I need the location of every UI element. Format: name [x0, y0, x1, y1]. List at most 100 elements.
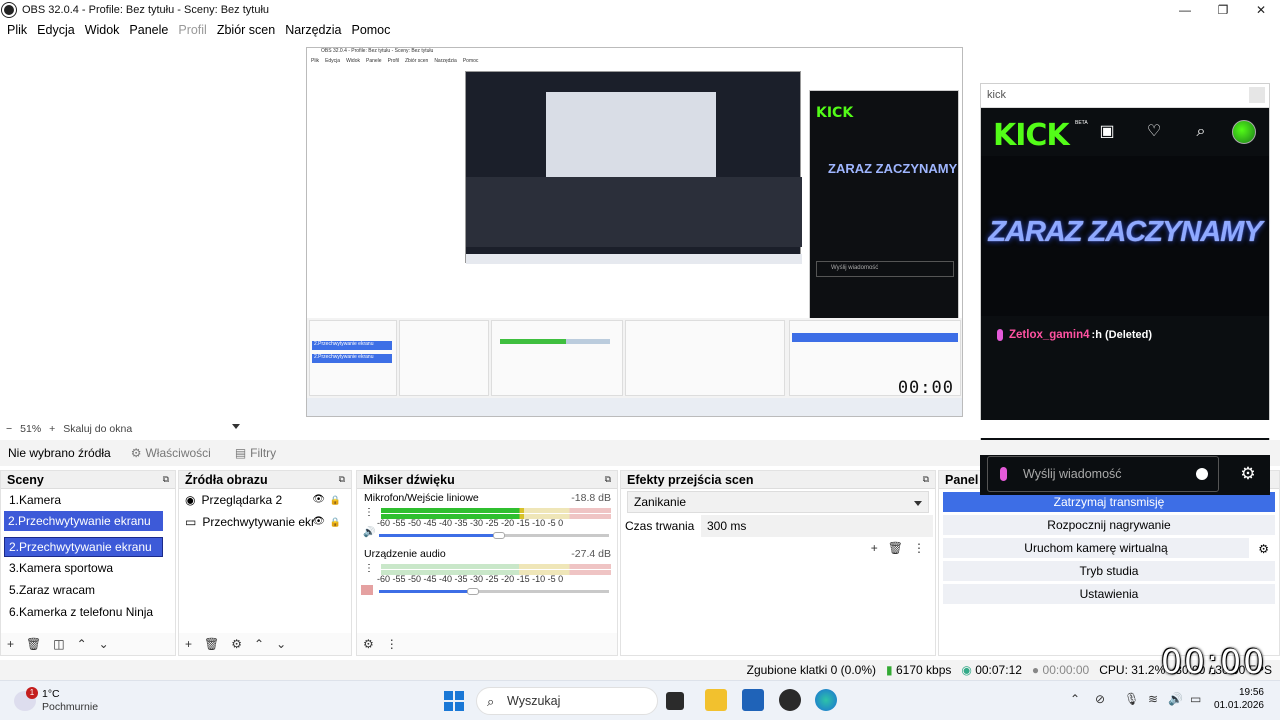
advanced-audio-icon[interactable]: ⚙ [363, 637, 374, 651]
edge-icon[interactable] [815, 689, 837, 711]
transition-select[interactable]: Zanikanie [627, 491, 929, 513]
task-view-icon[interactable] [666, 692, 684, 710]
microphone-icon[interactable]: 🎙 [1124, 692, 1139, 706]
kick-url-bar[interactable]: kick [981, 84, 1269, 108]
menu-dots-icon[interactable]: ⋮ [386, 637, 398, 651]
windows-start-icon[interactable] [444, 691, 464, 711]
zoom-out-button[interactable]: − [6, 423, 12, 435]
properties-button[interactable]: ⚙ Właściwości [119, 446, 223, 460]
menu-panele[interactable]: Panele [124, 23, 173, 37]
trash-icon[interactable]: 🗑 [204, 637, 219, 651]
start-recording-button[interactable]: Rozpocznij nagrywanie [943, 515, 1275, 535]
gear-icon[interactable]: ⚙ [1258, 542, 1269, 556]
chat-username[interactable]: Zetlox_gamin4 [1009, 329, 1090, 341]
chat-input[interactable]: Wyślij wiadomość [987, 456, 1219, 492]
maximize-icon[interactable]: ❐ [1204, 0, 1242, 20]
scene-item[interactable]: 6.Kamerka z telefonu Ninja [1, 601, 175, 623]
menu-zbior-scen[interactable]: Zbiór scen [212, 23, 280, 37]
volume-slider[interactable] [379, 588, 609, 595]
search-icon[interactable]: ⌕ [1191, 122, 1211, 142]
eye-icon[interactable]: 👁 [312, 511, 325, 533]
slider-knob[interactable] [492, 532, 505, 539]
lock-icon[interactable]: 🔒 [330, 489, 341, 511]
title-bar: OBS 32.0.4 - Profile: Bez tytułu - Sceny… [0, 0, 1280, 20]
nested-canvas: KICK ZARAZ ZACZYNAMY Wyślij wiadomość [307, 68, 962, 320]
minimize-icon[interactable]: — [1166, 0, 1204, 20]
undock-icon[interactable]: ⧉ [339, 474, 345, 485]
scene-item-drag[interactable]: 2.Przechwytywanie ekranu [4, 537, 163, 557]
volume-icon[interactable]: 🔊 [1168, 692, 1183, 706]
add-icon[interactable]: + [185, 637, 192, 651]
slider-knob[interactable] [467, 588, 480, 595]
chat-message: Zetlox_gamin4 : h (Deleted) [997, 329, 1152, 341]
arrow-up-icon[interactable]: ⌃ [77, 637, 87, 651]
menu-plik[interactable]: Plik [2, 23, 32, 37]
undock-icon[interactable]: ⧉ [605, 474, 611, 485]
scene-item[interactable]: 3.Kamera sportowa [1, 557, 175, 579]
add-icon[interactable]: + [871, 541, 878, 555]
filters-button[interactable]: ▤ Filtry [223, 446, 288, 460]
menu-widok[interactable]: Widok [80, 23, 125, 37]
emoji-icon[interactable] [1196, 468, 1208, 480]
scene-item-selected[interactable]: 2.Przechwytywanie ekranu [4, 511, 163, 531]
eye-icon[interactable]: 👁 [312, 489, 325, 511]
obs-taskbar-icon[interactable] [779, 689, 801, 711]
source-item[interactable]: ◉ Przeglądarka 2 👁 🔒 [179, 489, 351, 511]
store-icon[interactable] [742, 689, 764, 711]
kick-logo[interactable]: KICK [993, 118, 1070, 153]
transition-tools: + 🗑 ⋮ [871, 541, 925, 555]
lock-icon[interactable]: 🔒 [330, 511, 341, 533]
file-explorer-icon[interactable] [705, 689, 727, 711]
menu-dots-icon[interactable]: ⋮ [913, 541, 925, 555]
kick-nav: KICK BETA ▣ ♡ ⌕ [981, 108, 1269, 154]
chevron-down-icon[interactable] [232, 424, 240, 429]
wifi-icon[interactable]: ≋ [1148, 692, 1158, 706]
undock-icon[interactable]: ⧉ [923, 474, 929, 485]
battery-icon[interactable]: ▭ [1190, 692, 1201, 706]
trash-icon[interactable]: 🗑 [26, 637, 41, 651]
undock-icon[interactable]: ⧉ [163, 474, 169, 485]
arrow-down-icon[interactable]: ⌄ [99, 637, 109, 651]
duration-spinbox[interactable]: 300 ms [701, 515, 933, 537]
kick-close-icon[interactable] [1249, 87, 1265, 103]
settings-button[interactable]: Ustawienia [943, 584, 1275, 604]
browse-icon[interactable]: ▣ [1097, 122, 1117, 142]
stream-icon: ◉ [961, 663, 972, 677]
menu-edycja[interactable]: Edycja [32, 23, 80, 37]
menu-pomoc[interactable]: Pomoc [346, 23, 395, 37]
source-item[interactable]: ▭ Przechwytywanie ekr 👁 🔒 [179, 511, 351, 533]
zoom-in-button[interactable]: + [49, 423, 55, 435]
volume-slider[interactable] [379, 532, 609, 539]
menu-profil[interactable]: Profil [173, 23, 211, 37]
start-virtual-camera-button[interactable]: Uruchom kamerę wirtualną [943, 538, 1249, 558]
arrow-down-icon[interactable]: ⌄ [276, 637, 286, 651]
chevron-up-icon[interactable]: ⌃ [1070, 692, 1080, 706]
avatar[interactable] [1232, 120, 1256, 144]
duration-row: Czas trwania 300 ms [625, 515, 933, 537]
no-network-icon[interactable]: ⊘ [1095, 692, 1105, 706]
muted-speaker-icon[interactable] [361, 585, 373, 595]
scene-item[interactable]: 1.Kamera [1, 489, 175, 511]
sources-dock: Źródła obrazu ⧉ ◉ Przeglądarka 2 👁 🔒 ▭ Pr… [178, 470, 352, 656]
scene-item[interactable]: 5.Zaraz wracam [1, 579, 175, 601]
menu-narzedzia[interactable]: Narzędzia [280, 23, 346, 37]
speaker-icon[interactable]: 🔊 [363, 527, 375, 538]
stop-streaming-button[interactable]: Zatrzymaj transmisję [943, 492, 1275, 512]
heart-icon[interactable]: ♡ [1144, 122, 1164, 142]
close-icon[interactable]: ✕ [1242, 0, 1280, 20]
filter-icon[interactable]: ◫ [53, 637, 64, 651]
system-clock[interactable]: 19:56 01.01.2026 [1214, 686, 1264, 712]
chat-settings-gear-icon[interactable]: ⚙ [1236, 460, 1260, 488]
gear-icon[interactable]: ⚙ [231, 637, 242, 651]
zoom-mode[interactable]: Skaluj do okna [63, 423, 132, 435]
arrow-up-icon[interactable]: ⌃ [254, 637, 264, 651]
audio-mixer-dock: Mikser dźwięku ⧉ Mikrofon/Wejście liniowe… [356, 470, 618, 656]
menu-dots-icon[interactable]: ⋮ [364, 507, 374, 518]
signal-icon: ▮ [886, 663, 893, 677]
taskbar-search[interactable]: ⌕ Wyszukaj [476, 687, 658, 715]
no-source-label: Nie wybrano źródła [8, 446, 111, 460]
menu-dots-icon[interactable]: ⋮ [364, 563, 374, 574]
add-icon[interactable]: + [7, 637, 14, 651]
studio-mode-button[interactable]: Tryb studia [943, 561, 1275, 581]
trash-icon[interactable]: 🗑 [888, 541, 903, 555]
